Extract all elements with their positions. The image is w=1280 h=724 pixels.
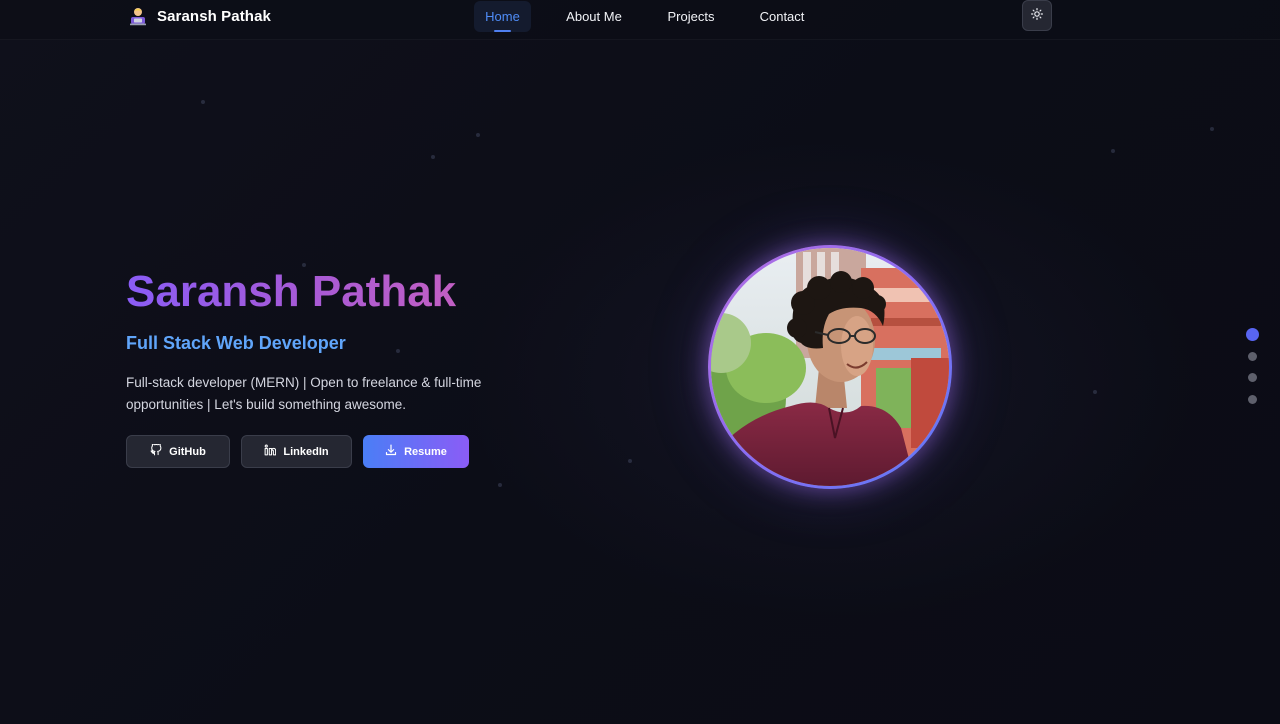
nav-link-about-me[interactable]: About Me <box>531 1 657 32</box>
background-particle <box>201 100 205 104</box>
developer-emoji-icon <box>128 6 148 26</box>
resume-button-label: Resume <box>404 445 447 458</box>
nav-link-label: Projects <box>667 8 715 24</box>
portfolio-page: Saransh Pathak Home About Me Projects Co… <box>0 0 1280 724</box>
background-particle <box>396 349 400 353</box>
profile-photo-frame <box>708 245 952 489</box>
linkedin-button-label: LinkedIn <box>283 445 329 458</box>
profile-photo <box>711 248 949 486</box>
nav-link-label: Contact <box>759 8 805 24</box>
github-icon <box>150 443 162 459</box>
nav-link-label: About Me <box>566 8 622 24</box>
github-button[interactable]: GitHub <box>126 435 230 468</box>
nav-link-home[interactable]: Home <box>474 0 531 32</box>
theme-toggle-button[interactable] <box>1022 0 1052 31</box>
github-button-label: GitHub <box>169 445 206 458</box>
linkedin-icon <box>264 444 277 459</box>
linkedin-button[interactable]: LinkedIn <box>241 435 352 468</box>
section-dot-home[interactable] <box>1246 328 1259 341</box>
background-particle <box>628 459 632 463</box>
sun-icon <box>1031 8 1043 23</box>
background-particle <box>1111 149 1115 153</box>
download-icon <box>385 444 397 459</box>
hero-role: Full Stack Web Developer <box>126 333 346 353</box>
hero-description: Full-stack developer (MERN) | Open to fr… <box>126 375 482 412</box>
background-particle <box>1093 390 1097 394</box>
section-dot-contact[interactable] <box>1248 395 1257 404</box>
nav-links: Home About Me Projects Contact <box>474 0 839 32</box>
background-particle <box>476 133 480 137</box>
background-particle <box>431 155 435 159</box>
background-particle <box>1210 127 1214 131</box>
section-dot-about[interactable] <box>1248 352 1257 361</box>
section-dot-projects[interactable] <box>1248 373 1257 382</box>
background-particle <box>498 483 502 487</box>
resume-button[interactable]: Resume <box>363 435 469 468</box>
active-nav-indicator <box>494 29 511 32</box>
nav-link-label: Home <box>485 8 520 24</box>
hero-name: Saransh Pathak <box>126 267 457 316</box>
brand[interactable]: Saransh Pathak <box>128 6 271 26</box>
brand-name: Saransh Pathak <box>157 7 271 25</box>
top-navbar: Saransh Pathak Home About Me Projects Co… <box>0 0 1280 40</box>
nav-link-projects[interactable]: Projects <box>657 1 725 32</box>
nav-link-contact[interactable]: Contact <box>725 1 839 32</box>
